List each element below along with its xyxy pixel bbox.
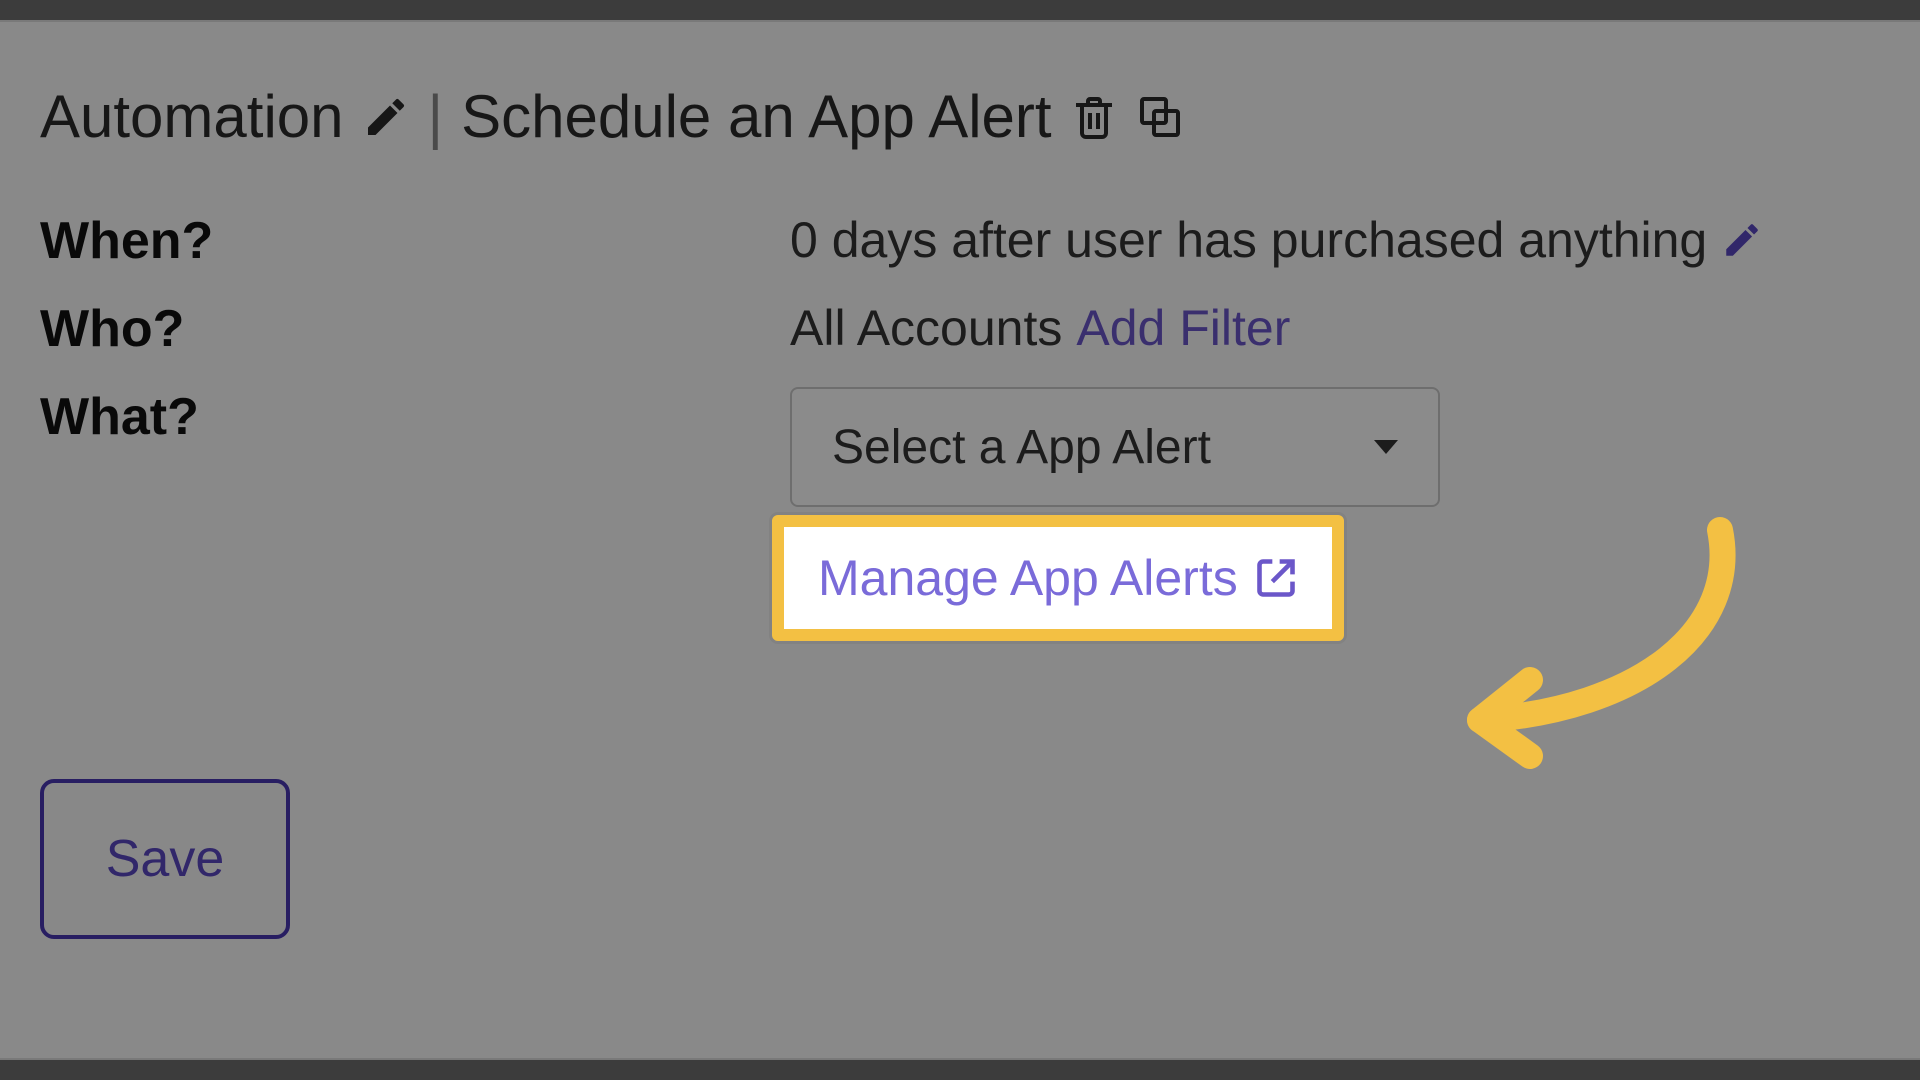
chevron-down-icon (1374, 440, 1398, 454)
automation-panel: Automation | Schedule an App Alert When?… (0, 20, 1920, 1060)
who-value-wrap: All Accounts Add Filter (790, 299, 1290, 357)
when-value-wrap: 0 days after user has purchased anything (790, 211, 1763, 269)
who-row: Who? All Accounts Add Filter (40, 299, 1880, 359)
who-value: All Accounts (790, 299, 1062, 357)
pencil-icon[interactable] (362, 93, 410, 141)
what-value-wrap: Select a App Alert Manage App Alerts (790, 387, 1440, 631)
when-value: 0 days after user has purchased anything (790, 211, 1707, 269)
save-button[interactable]: Save (40, 779, 290, 939)
manage-app-alerts-link[interactable]: Manage App Alerts (782, 525, 1334, 631)
when-row: When? 0 days after user has purchased an… (40, 211, 1880, 271)
letterbox-bottom (0, 1060, 1920, 1080)
what-row: What? Select a App Alert Manage App Aler… (40, 387, 1880, 631)
save-button-label: Save (106, 829, 225, 889)
trash-icon[interactable] (1070, 93, 1118, 141)
copy-icon[interactable] (1136, 93, 1184, 141)
external-link-icon (1254, 556, 1298, 600)
automation-title: Automation (40, 82, 344, 151)
when-label: When? (40, 211, 790, 271)
add-filter-link[interactable]: Add Filter (1076, 299, 1290, 357)
what-label: What? (40, 387, 790, 447)
page-subtitle: Schedule an App Alert (461, 82, 1051, 151)
manage-app-alerts-label: Manage App Alerts (818, 549, 1238, 607)
pencil-icon[interactable] (1721, 219, 1763, 261)
who-label: Who? (40, 299, 790, 359)
title-divider: | (428, 82, 444, 151)
page-title-row: Automation | Schedule an App Alert (40, 82, 1880, 151)
letterbox-top (0, 0, 1920, 20)
app-alert-select-label: Select a App Alert (832, 420, 1211, 475)
app-alert-select[interactable]: Select a App Alert (790, 387, 1440, 507)
